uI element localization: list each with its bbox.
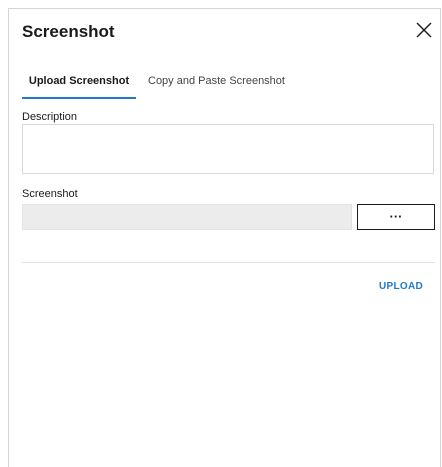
divider xyxy=(22,262,435,263)
screenshot-dialog: Screenshot Upload Screenshot Copy and Pa… xyxy=(8,8,441,467)
screenshot-file-input[interactable] xyxy=(22,204,352,230)
close-button[interactable] xyxy=(414,20,434,40)
tab-upload-screenshot[interactable]: Upload Screenshot xyxy=(22,73,136,99)
close-icon xyxy=(416,22,432,38)
screenshot-label: Screenshot xyxy=(22,188,78,200)
browse-button[interactable]: ··· xyxy=(357,204,435,230)
upload-button[interactable]: UPLOAD xyxy=(379,281,423,292)
dialog-title: Screenshot xyxy=(22,22,115,41)
tab-copy-paste-screenshot[interactable]: Copy and Paste Screenshot xyxy=(148,73,285,99)
tab-bar: Upload Screenshot Copy and Paste Screens… xyxy=(22,73,430,99)
description-input[interactable] xyxy=(22,124,434,174)
description-label: Description xyxy=(22,111,78,123)
